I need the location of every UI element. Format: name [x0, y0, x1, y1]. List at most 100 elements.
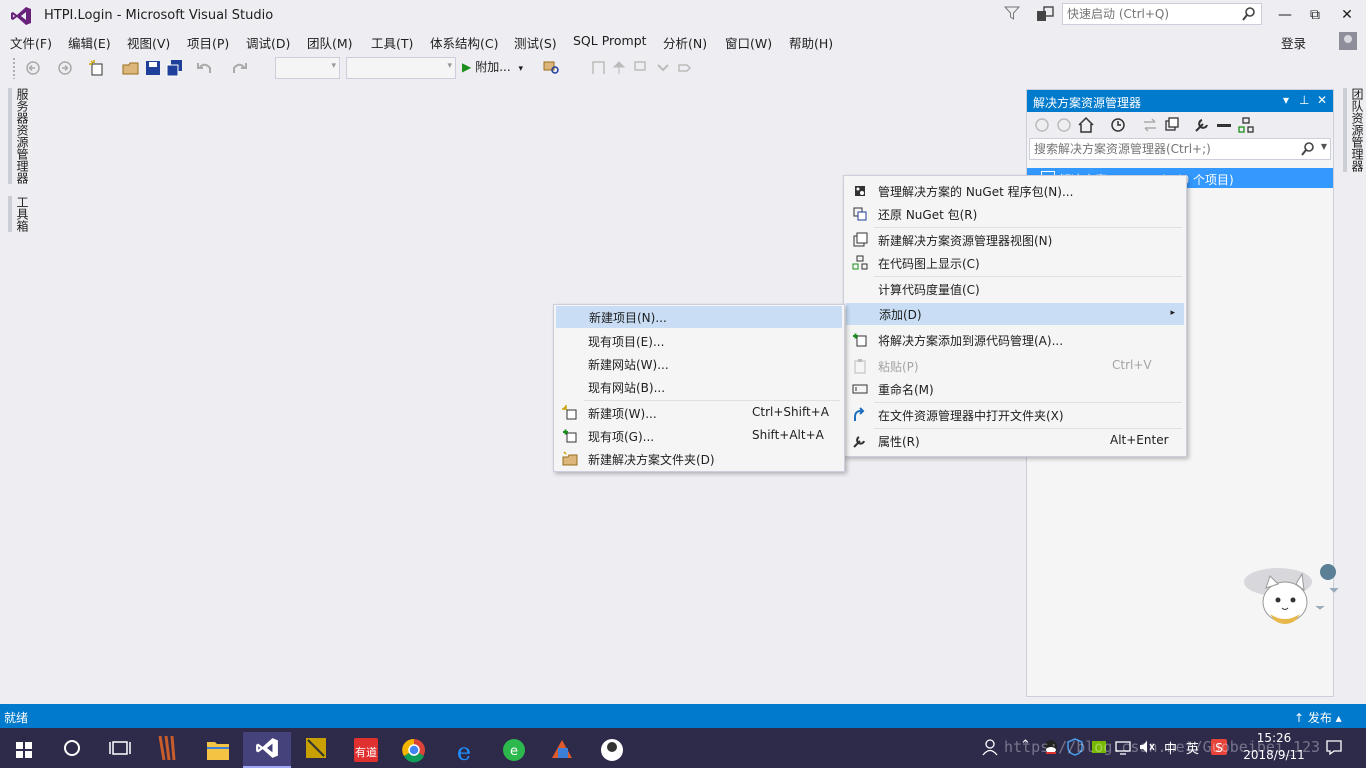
notification-filter-icon[interactable]	[1004, 5, 1020, 21]
chrome-icon[interactable]	[390, 732, 438, 768]
feedback-icon[interactable]	[1036, 5, 1054, 23]
clear-bookmarks-icon[interactable]	[676, 59, 694, 77]
toolbox-tab[interactable]: 工具箱	[8, 196, 31, 232]
solution-configuration-select[interactable]	[275, 57, 340, 79]
solution-platform-select[interactable]	[346, 57, 456, 79]
view-class-diagram-icon[interactable]	[1237, 116, 1255, 134]
search-options-dropdown-icon[interactable]: ▼	[1321, 142, 1327, 151]
redo-icon[interactable]	[230, 59, 248, 77]
new-project-icon[interactable]	[88, 59, 106, 77]
menu-item-add[interactable]: 添加(D) ▸	[846, 303, 1184, 325]
solution-explorer-search[interactable]: ▼	[1029, 138, 1331, 160]
submenu-item-new-project[interactable]: 新建项目(N)...	[556, 306, 842, 328]
avatar[interactable]	[1339, 32, 1357, 50]
menu-item-new-explorer-view[interactable]: 新建解决方案资源管理器视图(N)	[846, 229, 1184, 251]
menu-architecture[interactable]: 体系结构(C)	[430, 33, 498, 52]
submenu-item-new-item[interactable]: 新建项(W)... Ctrl+Shift+A	[556, 402, 842, 424]
next-bookmark-arrow-icon[interactable]	[654, 59, 672, 77]
people-icon[interactable]	[982, 738, 998, 756]
menu-test[interactable]: 测试(S)	[514, 33, 557, 52]
pending-changes-icon[interactable]	[1109, 116, 1127, 134]
sign-in-link[interactable]: 登录	[1281, 33, 1306, 52]
action-center-icon[interactable]	[1325, 738, 1343, 756]
publish-button[interactable]: ↑ 发布 ▴	[1294, 709, 1342, 726]
save-icon[interactable]	[144, 59, 162, 77]
app-winrar-icon[interactable]	[144, 732, 192, 768]
minimize-button[interactable]: —	[1270, 4, 1300, 26]
youdao-dict-icon[interactable]: 有道	[342, 732, 390, 768]
back-icon[interactable]	[24, 59, 42, 77]
home-icon[interactable]	[1077, 116, 1095, 134]
pin-icon[interactable]: ⊥	[1299, 93, 1309, 107]
menu-view[interactable]: 视图(V)	[127, 33, 170, 52]
app-tools-icon[interactable]	[292, 732, 340, 768]
sync-icon[interactable]	[1141, 116, 1159, 134]
browser-360-icon[interactable]: e	[490, 732, 538, 768]
submenu-item-new-website[interactable]: 新建网站(W)...	[556, 353, 842, 375]
team-explorer-tab[interactable]: 团队资源管理器	[1343, 88, 1366, 172]
server-explorer-tab[interactable]: 服务器资源管理器	[8, 88, 31, 184]
paste-icon	[854, 359, 866, 374]
collapse-all-icon[interactable]	[1163, 116, 1181, 134]
solution-explorer-search-input[interactable]	[1030, 139, 1290, 159]
maximize-button[interactable]: ⧉	[1300, 4, 1330, 26]
menu-analyze[interactable]: 分析(N)	[663, 33, 707, 52]
panel-close-icon[interactable]: ✕	[1317, 93, 1327, 107]
menu-item-properties[interactable]: 属性(R) Alt+Enter	[846, 430, 1184, 452]
menu-item-code-metrics[interactable]: 计算代码度量值(C)	[846, 278, 1184, 300]
next-bookmark-icon[interactable]	[632, 59, 650, 77]
search-icon[interactable]	[1300, 141, 1316, 157]
cortana-search-icon[interactable]	[48, 732, 96, 768]
toolbar-grip[interactable]	[12, 57, 16, 79]
submenu-item-existing-project[interactable]: 现有项目(E)...	[556, 330, 842, 352]
menu-item-manage-nuget[interactable]: 管理解决方案的 NuGet 程序包(N)...	[846, 180, 1184, 202]
se-forward-icon[interactable]	[1055, 116, 1073, 134]
menu-file[interactable]: 文件(F)	[10, 33, 52, 52]
windows-start-icon[interactable]	[0, 732, 48, 768]
open-file-icon[interactable]	[122, 59, 140, 77]
menu-item-rename[interactable]: 重命名(M)	[846, 378, 1184, 400]
menu-sql-prompt[interactable]: SQL Prompt	[573, 33, 647, 48]
app-avatar-icon[interactable]	[588, 732, 636, 768]
properties-wrench-icon[interactable]	[1193, 116, 1211, 134]
previous-bookmark-icon[interactable]	[610, 59, 628, 77]
menu-item-show-on-code-map[interactable]: 在代码图上显示(C)	[846, 252, 1184, 274]
close-button[interactable]: ✕	[1332, 4, 1362, 26]
save-all-icon[interactable]	[166, 59, 184, 77]
submenu-item-existing-website[interactable]: 现有网站(B)...	[556, 376, 842, 398]
menu-edit[interactable]: 编辑(E)	[68, 33, 111, 52]
forward-icon[interactable]	[56, 59, 74, 77]
menu-item-restore-nuget[interactable]: 还原 NuGet 包(R)	[846, 203, 1184, 225]
attach-button[interactable]: ▶ 附加... ▾	[462, 58, 523, 78]
menu-window[interactable]: 窗口(W)	[725, 33, 772, 52]
se-back-icon[interactable]	[1033, 116, 1051, 134]
file-explorer-icon[interactable]	[194, 732, 242, 768]
internet-explorer-icon[interactable]: e	[440, 732, 488, 768]
app-paint-icon[interactable]	[538, 732, 586, 768]
menu-item-paste[interactable]: 粘贴(P) Ctrl+V	[846, 355, 1184, 377]
menu-separator	[874, 428, 1182, 429]
bookmark-icon[interactable]	[590, 59, 608, 77]
window-position-dropdown-icon[interactable]: ▾	[1283, 93, 1289, 107]
undo-icon[interactable]	[196, 59, 214, 77]
menu-item-add-to-source-control[interactable]: 将解决方案添加到源代码管理(A)...	[846, 329, 1184, 351]
menu-item-open-in-file-explorer[interactable]: 在文件资源管理器中打开文件夹(X)	[846, 404, 1184, 426]
quick-launch-input[interactable]	[1063, 4, 1235, 24]
submenu-item-new-solution-folder[interactable]: 新建解决方案文件夹(D)	[556, 448, 842, 470]
search-icon[interactable]	[1241, 6, 1257, 22]
menu-team[interactable]: 团队(M)	[307, 33, 353, 52]
menu-tools[interactable]: 工具(T)	[371, 33, 413, 52]
status-bar: 就绪 ↑ 发布 ▴	[0, 704, 1366, 728]
menu-debug[interactable]: 调试(D)	[246, 33, 290, 52]
find-in-files-icon[interactable]	[543, 59, 561, 77]
preview-icon[interactable]	[1215, 116, 1233, 134]
submenu-item-existing-item[interactable]: 现有项(G)... Shift+Alt+A	[556, 425, 842, 447]
attach-dropdown-icon[interactable]: ▾	[519, 64, 524, 74]
solution-explorer-header: 解决方案资源管理器 ▾ ⊥ ✕	[1027, 90, 1333, 112]
quick-launch-box[interactable]	[1062, 3, 1262, 25]
menu-help[interactable]: 帮助(H)	[789, 33, 833, 52]
visual-studio-logo-icon	[11, 7, 31, 25]
menu-project[interactable]: 项目(P)	[187, 33, 229, 52]
taskbar-visual-studio[interactable]	[243, 732, 291, 768]
task-view-icon[interactable]	[96, 732, 144, 768]
